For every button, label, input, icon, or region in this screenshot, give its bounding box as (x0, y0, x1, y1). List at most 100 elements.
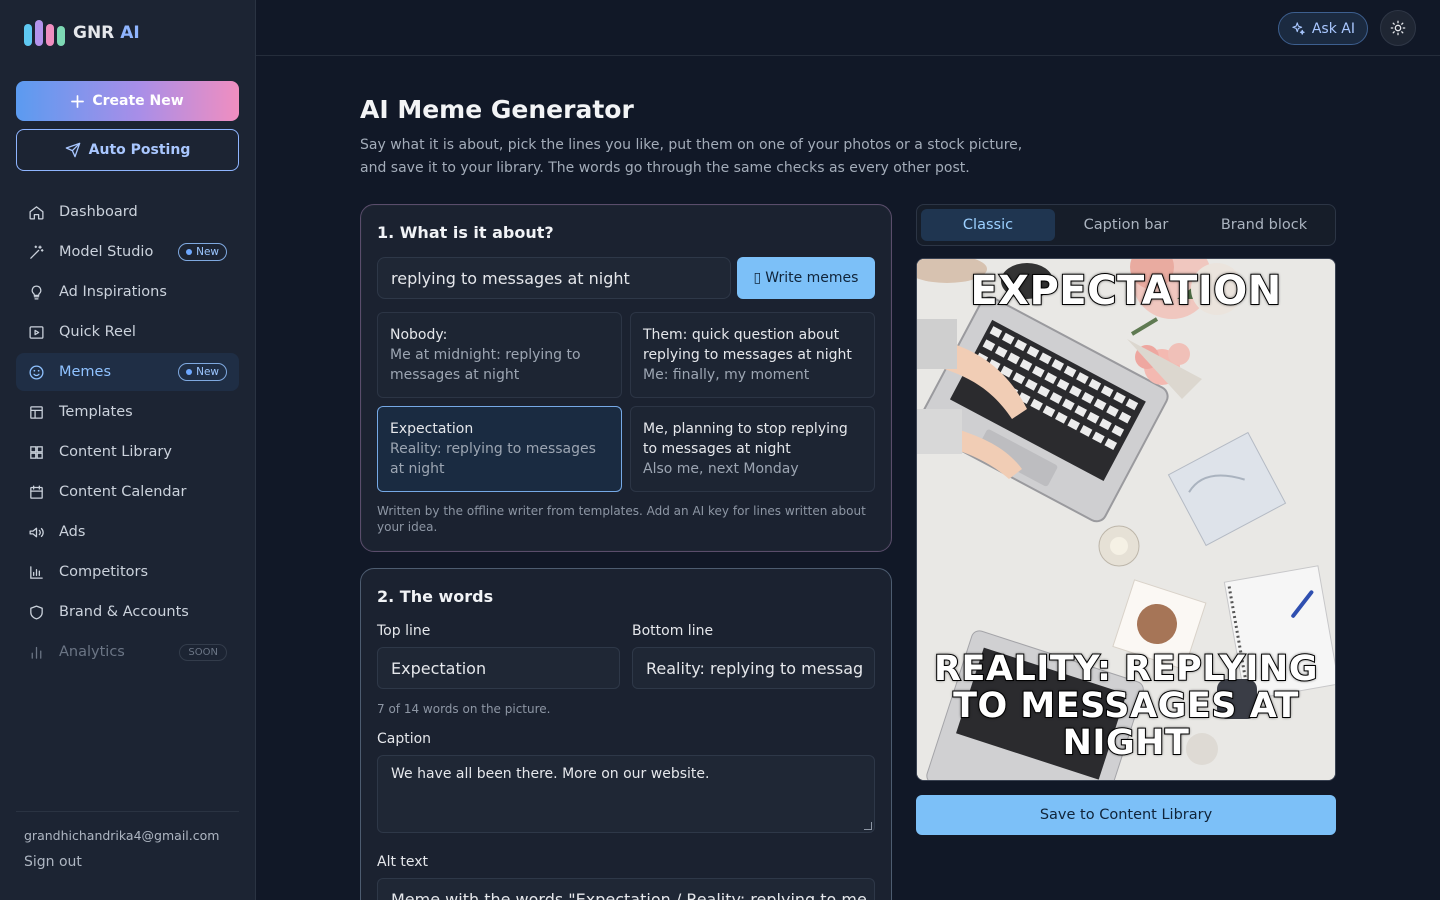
caption-textarea[interactable]: We have all been there. More on our webs… (377, 755, 875, 833)
page-description: Say what it is about, pick the lines you… (360, 137, 1023, 176)
brand-name: GNR (73, 23, 115, 43)
sidebar-item-label: Model Studio (59, 244, 154, 260)
meme-bottom-text: Reality: replying to messages at night (933, 649, 1318, 763)
user-email: grandhichandrika4@gmail.com (24, 828, 220, 843)
smile-icon (29, 364, 44, 380)
send-icon (65, 142, 80, 158)
shield-icon (30, 604, 43, 620)
sidebar: GNR AI Create New Auto Posting Dashboard… (0, 0, 256, 900)
sun-icon (1390, 20, 1406, 36)
write-memes-button[interactable]: ▯ Write memes (737, 257, 875, 299)
sidebar-item-competitors[interactable]: Competitors (16, 553, 239, 591)
sidebar-item-label: Ad Inspirations (59, 284, 167, 300)
writer-hint: Written by the offline writer from templ… (377, 504, 866, 534)
tab-classic[interactable]: Classic (921, 209, 1055, 241)
suggestion-top-line: Me, planning to stop replying to message… (643, 421, 848, 457)
tab-brand-block[interactable]: Brand block (1197, 209, 1331, 241)
auto-posting-button[interactable]: Auto Posting (16, 129, 239, 171)
topbar: Ask AI (256, 0, 1440, 56)
lightbulb-icon (31, 284, 42, 300)
suggestion-top-line: Them: quick question about replying to m… (643, 327, 852, 363)
plus-icon (71, 94, 85, 108)
suggestion-bottom-line: Me: finally, my moment (643, 367, 810, 383)
suggestion-top-line: Nobody: (390, 327, 448, 343)
suggestion-top-line: Expectation (390, 421, 474, 437)
step2-title: 2. The words (377, 587, 494, 606)
theme-toggle-button[interactable] (1380, 10, 1416, 46)
meme-top-text: Expectation (969, 268, 1282, 314)
brand-suffix: AI (120, 23, 140, 43)
sidebar-item-label: Memes (59, 364, 112, 380)
new-badge: New (178, 243, 227, 261)
sidebar-item-label: Quick Reel (59, 324, 136, 340)
alt-text-input[interactable]: Meme with the words "Expectation / Reali… (377, 878, 875, 900)
bottom-line-label: Bottom line (632, 623, 714, 639)
logo[interactable]: GNR AI (24, 20, 140, 46)
save-to-library-button[interactable]: Save to Content Library (916, 795, 1336, 835)
caption-label: Caption (377, 731, 432, 747)
ask-ai-button[interactable]: Ask AI (1277, 12, 1368, 45)
meme-preview: Expectation Reality: replying to message… (916, 258, 1336, 781)
page-title: AI Meme Generator (360, 95, 634, 124)
suggestion-card[interactable]: Me, planning to stop replying to message… (630, 406, 875, 492)
suggestion-bottom-line: Also me, next Monday (643, 461, 799, 477)
sparkle-icon (1292, 22, 1305, 35)
write-memes-label: Write memes (765, 270, 859, 286)
sidebar-item-dashboard[interactable]: Dashboard (16, 193, 239, 231)
step1-title: 1. What is it about? (377, 223, 554, 242)
suggestion-bottom-line: Reality: replying to messages at night (390, 441, 596, 477)
words-card: 2. The words Top line Expectation Bottom… (360, 568, 892, 900)
sidebar-item-quick-reel[interactable]: Quick Reel (16, 313, 239, 351)
sidebar-item-label: Templates (59, 404, 133, 420)
create-new-label: Create New (92, 93, 184, 109)
suggestion-bottom-line: Me at midnight: replying to messages at … (390, 347, 581, 383)
sidebar-item-label: Dashboard (59, 204, 138, 220)
suggestion-card[interactable]: Nobody: Me at midnight: replying to mess… (377, 312, 622, 398)
grid-icon (30, 445, 43, 459)
sidebar-nav: Dashboard Model Studio New Ad Inspiratio… (16, 193, 239, 673)
tab-caption-bar[interactable]: Caption bar (1059, 209, 1193, 241)
sidebar-item-label: Competitors (59, 564, 149, 580)
play-icon (29, 325, 44, 339)
bottom-line-input[interactable]: Reality: replying to messag (632, 647, 875, 689)
logo-mark-icon (24, 20, 65, 46)
new-badge: New (178, 363, 227, 381)
suggestion-card-selected[interactable]: Expectation Reality: replying to message… (377, 406, 622, 492)
ask-ai-label: Ask AI (1311, 20, 1355, 37)
sidebar-item-ads[interactable]: Ads (16, 513, 239, 551)
wand-icon (30, 244, 44, 259)
suggestion-card[interactable]: Them: quick question about replying to m… (630, 312, 875, 398)
alt-text-label: Alt text (377, 854, 429, 870)
soon-badge: SOON (179, 643, 227, 661)
sidebar-item-label: Content Library (59, 444, 172, 460)
home-icon (29, 205, 44, 220)
word-count-note: 7 of 14 words on the picture. (377, 702, 551, 716)
sidebar-item-templates[interactable]: Templates (16, 393, 239, 431)
layout-icon (30, 405, 43, 419)
top-line-input[interactable]: Expectation (377, 647, 620, 689)
sidebar-item-label: Content Calendar (59, 484, 187, 500)
megaphone-icon (29, 527, 44, 537)
topic-card: 1. What is it about? replying to message… (360, 204, 892, 552)
topic-input[interactable]: replying to messages at night (377, 257, 731, 299)
sidebar-item-model-studio[interactable]: Model Studio New (16, 233, 239, 271)
sidebar-item-content-calendar[interactable]: Content Calendar (16, 473, 239, 511)
auto-posting-label: Auto Posting (88, 142, 191, 158)
account-footer: grandhichandrika4@gmail.com Sign out (16, 811, 239, 870)
top-line-label: Top line (377, 623, 431, 639)
calendar-icon (30, 484, 43, 499)
sidebar-item-memes[interactable]: Memes New (16, 353, 239, 391)
sidebar-item-brand-accounts[interactable]: Brand & Accounts (16, 593, 239, 631)
sign-out-link[interactable]: Sign out (24, 854, 231, 870)
bar-chart-icon (30, 565, 43, 579)
sidebar-item-content-library[interactable]: Content Library (16, 433, 239, 471)
analytics-icon (31, 646, 42, 659)
style-tabs: Classic Caption bar Brand block (916, 204, 1336, 246)
create-new-button[interactable]: Create New (16, 81, 239, 121)
sidebar-item-analytics[interactable]: Analytics SOON (16, 633, 239, 671)
sidebar-item-label: Ads (59, 524, 86, 540)
sidebar-item-label: Brand & Accounts (59, 604, 189, 620)
resize-handle-icon[interactable] (864, 822, 872, 830)
sidebar-item-ad-inspirations[interactable]: Ad Inspirations (16, 273, 239, 311)
sidebar-item-label: Analytics (59, 644, 125, 660)
